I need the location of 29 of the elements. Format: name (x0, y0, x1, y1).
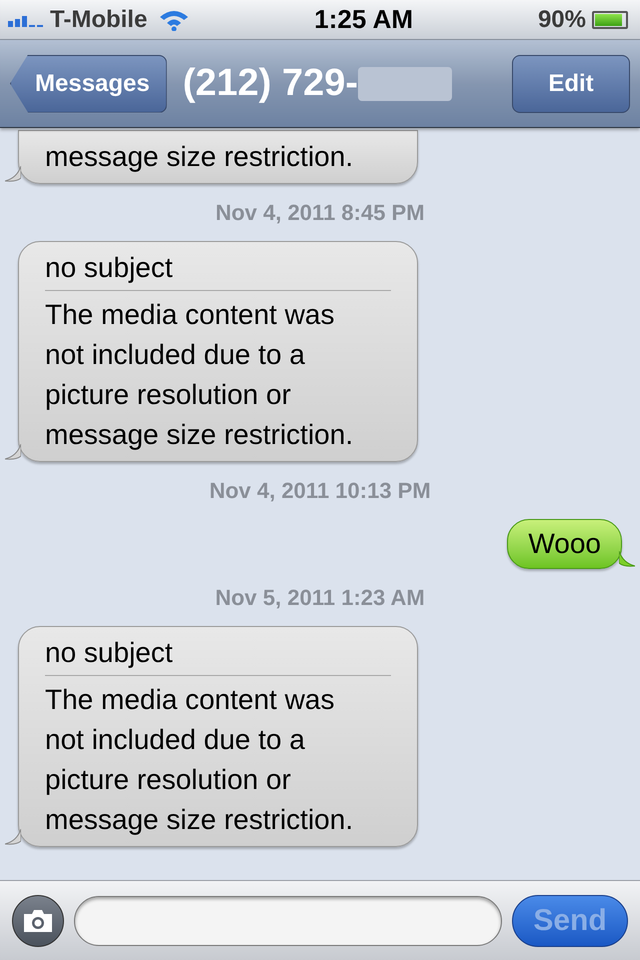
message-subject: no subject (45, 633, 391, 676)
message-text: Wooo (528, 527, 601, 561)
message-timestamp: Nov 5, 2011 1:23 AM (215, 584, 425, 612)
message-text: message size restriction. (45, 140, 354, 174)
carrier-label: T-Mobile (50, 4, 148, 34)
message-text: picture resolution or (45, 763, 292, 797)
wifi-icon (159, 8, 190, 30)
message-text: message size restriction. (45, 803, 354, 837)
edit-button[interactable]: Edit (512, 54, 630, 112)
camera-icon (22, 908, 54, 934)
camera-button[interactable] (12, 894, 64, 946)
message-subject: no subject (45, 248, 391, 291)
clock-label: 1:25 AM (314, 3, 413, 36)
message-timestamp: Nov 4, 2011 10:13 PM (209, 477, 431, 505)
message-text: message size restriction. (45, 418, 354, 452)
bubble-tail (5, 166, 21, 182)
message-timestamp: Nov 4, 2011 8:45 PM (215, 199, 425, 227)
bubble-tail (5, 444, 21, 460)
message-text: not included due to a (45, 723, 306, 757)
battery-icon (592, 10, 628, 28)
message-text: picture resolution or (45, 378, 292, 412)
message-text: The media content was (45, 298, 336, 332)
message-text: not included due to a (45, 338, 306, 372)
battery-percent: 90% (538, 4, 586, 34)
contact-title: (212) 729- (182, 61, 358, 106)
back-button[interactable]: Messages (10, 54, 167, 112)
message-text: The media content was (45, 683, 336, 717)
message-input[interactable] (74, 896, 502, 946)
bubble-tail (5, 829, 21, 845)
